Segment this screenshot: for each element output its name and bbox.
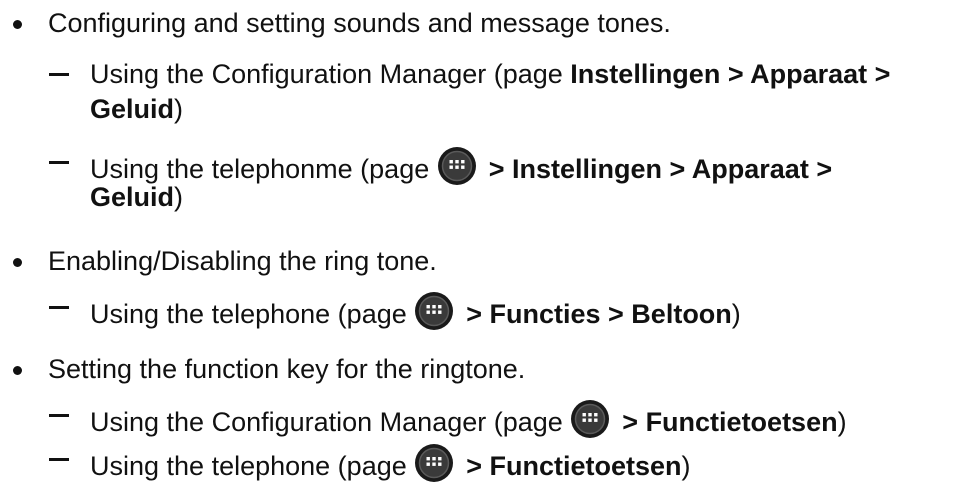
apps-grid-icon xyxy=(414,291,454,331)
sub-bullet-line: Using the telephonme (page > Instellinge… xyxy=(90,146,832,186)
sub-bullet-text: ) xyxy=(837,407,847,437)
apps-grid-icon xyxy=(570,399,610,439)
sub-bullet-text: Using the Configuration Manager (page xyxy=(90,59,571,89)
menu-path: > Functietoetsen xyxy=(622,407,838,437)
document-body: Configuring and setting sounds and messa… xyxy=(0,0,959,482)
sub-bullet-text: ) xyxy=(731,299,741,329)
menu-path: > Instellingen > Apparaat > xyxy=(488,154,833,184)
bullet-dot xyxy=(13,366,22,375)
bullet-dot xyxy=(13,20,22,29)
sub-bullet-item: Using the Configuration Manager (page In… xyxy=(0,50,959,130)
apps-grid-icon xyxy=(414,443,454,483)
bullet-text: Enabling/Disabling the ring tone. xyxy=(48,246,437,276)
menu-path: Geluid xyxy=(90,94,175,124)
dash-marker xyxy=(49,73,69,76)
sub-bullet-item: Using the telephone (page > Functietoets… xyxy=(0,435,959,482)
dash-marker xyxy=(49,458,69,461)
dash-marker xyxy=(49,306,69,309)
bullet-dot xyxy=(13,258,22,267)
bullet-item: Configuring and setting sounds and messa… xyxy=(0,5,959,45)
bullet-text: Configuring and setting sounds and messa… xyxy=(48,8,671,38)
sub-bullet-text: ) xyxy=(174,182,184,212)
bullet-item: Enabling/Disabling the ring tone. xyxy=(0,243,959,283)
bullet-text: Setting the function key for the rington… xyxy=(48,354,526,384)
sub-bullet-line: Using the Configuration Manager (page In… xyxy=(90,58,890,90)
sub-bullet-item: Using the Configuration Manager (page > … xyxy=(0,391,959,438)
sub-bullet-line: Using the telephone (page > Functietoets… xyxy=(90,443,691,483)
dash-marker xyxy=(49,414,69,417)
sub-bullet-text: ) xyxy=(681,451,691,481)
sub-bullet-item: Using the telephonme (page > Instellinge… xyxy=(0,138,959,218)
menu-path: > Functies > Beltoon xyxy=(466,299,732,329)
sub-bullet-line: Geluid) xyxy=(90,181,183,213)
sub-bullet-text: Using the telephonme (page xyxy=(90,154,437,184)
sub-bullet-line: Using the Configuration Manager (page > … xyxy=(90,399,847,439)
sub-bullet-item: Using the telephone (page > Functies > B… xyxy=(0,283,959,331)
sub-bullet-text: ) xyxy=(174,94,184,124)
sub-bullet-line: Geluid) xyxy=(90,93,183,125)
sub-bullet-text: Using the telephone (page xyxy=(90,299,415,329)
menu-path: Instellingen > Apparaat > xyxy=(570,59,891,89)
sub-bullet-text: Using the telephone (page xyxy=(90,451,415,481)
sub-bullet-line: Using the telephone (page > Functies > B… xyxy=(90,291,741,331)
menu-path: Geluid xyxy=(90,182,175,212)
bullet-item: Setting the function key for the rington… xyxy=(0,351,959,391)
sub-bullet-text: Using the Configuration Manager (page xyxy=(90,407,571,437)
apps-grid-icon xyxy=(437,146,477,186)
menu-path: > Functietoetsen xyxy=(466,451,682,481)
dash-marker xyxy=(49,161,69,164)
